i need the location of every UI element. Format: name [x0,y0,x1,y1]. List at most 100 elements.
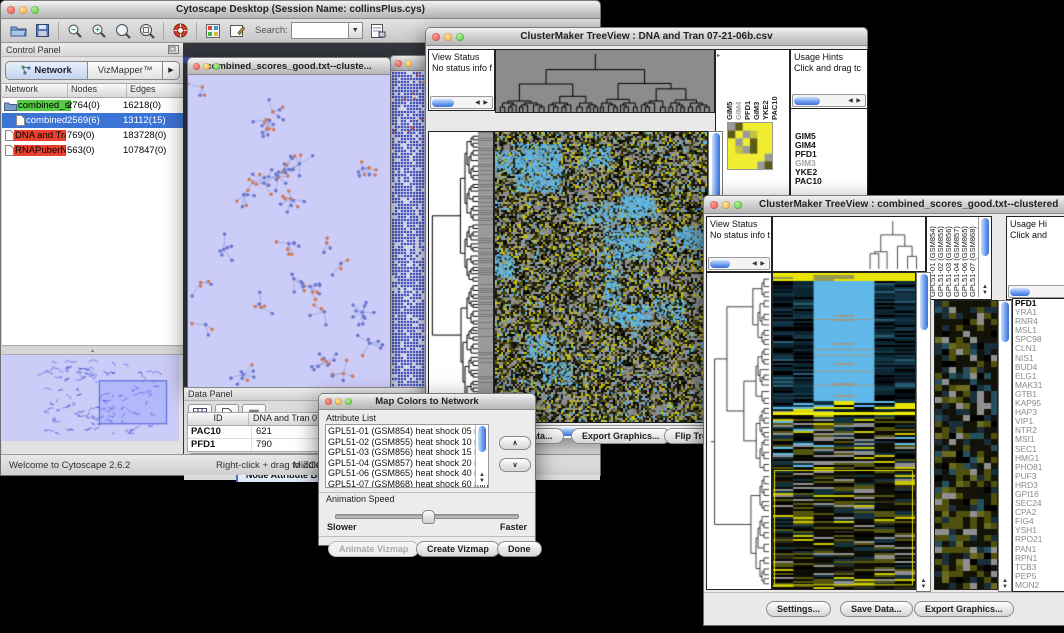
zoom-in-icon [91,23,107,39]
background-network-window[interactable] [390,55,430,388]
search-input[interactable] [291,22,349,39]
attribute-browser-button[interactable] [367,21,391,41]
zoom-window-icon[interactable] [31,6,39,14]
done-button[interactable]: Done [497,541,542,557]
attribute-list-vscrollbar[interactable]: ▲▼ [475,425,488,485]
zoom-window-icon[interactable] [456,33,464,41]
treeview2-settings-button[interactable]: Settings... [766,601,831,617]
zoom-window-icon[interactable] [734,201,742,209]
dense-network-view[interactable] [390,71,430,390]
treeview1-row-dendrogram[interactable] [428,131,494,423]
move-up-button[interactable]: ∧ [499,436,531,450]
attribute-item[interactable]: GPL51-03 (GSM856) heat shock 15 min [326,447,488,458]
animation-speed-slider[interactable] [335,514,519,519]
tab-overflow-arrow[interactable]: ▶ [163,61,180,80]
attribute-item[interactable]: GPL51-07 (GSM868) heat shock 60 min [326,479,488,489]
minimize-icon[interactable] [203,63,210,70]
search-label: Search: [255,25,288,36]
vizmapper-button[interactable] [201,21,225,41]
treeview1-zoom-heatmap[interactable] [727,122,773,170]
network-row[interactable]: DNA and Tran 07 769(0) 183728(0) [2,128,183,143]
toolbar-separator [58,22,59,40]
network-view-canvas[interactable] [187,75,391,388]
minimize-icon[interactable] [405,60,412,67]
zoom-out-button[interactable] [63,21,87,41]
network-row[interactable]: RNAPuberNov2+| 563(0) 107847(0) [2,143,183,158]
panel-splitter[interactable]: ▴ [2,345,183,355]
search-dropdown-button[interactable]: ▼ [349,22,363,39]
column-labels-vscrollbar[interactable]: ▲▼ [978,217,991,297]
network-row-selected[interactable]: combined_sco 2569(6) 13112(15) [2,113,183,128]
zoom-fit-button[interactable] [135,21,159,41]
treeview1-heatmap[interactable] [494,131,708,423]
help-button[interactable] [168,21,192,41]
zoom-selected-button[interactable] [111,21,135,41]
treeview2-heatmap[interactable] [772,272,916,590]
treeview2-save-data-button[interactable]: Save Data... [840,601,913,617]
network-overview-thumbnail[interactable] [2,355,179,441]
gene-label: MON2 [1013,581,1064,590]
open-session-button[interactable] [6,21,30,41]
folder-open-icon [10,24,27,37]
slider-thumb[interactable] [422,510,435,524]
treeview2-titlebar[interactable]: ClusterMaker TreeView : combined_scores_… [703,195,1064,214]
data-col-id[interactable]: ID [188,413,249,425]
control-panel: Control Panel Network VizMapper™ ▶ [2,43,184,455]
attribute-item[interactable]: GPL51-06 (GSM865) heat shock 40 min [326,468,488,479]
minimize-icon[interactable] [19,6,27,14]
attribute-listbox[interactable]: GPL51-01 (GSM854) heat shock 05 minGPL51… [325,424,489,488]
tab-network[interactable]: Network [5,61,88,80]
close-icon[interactable] [395,60,402,67]
usage-hints-hscrollbar[interactable]: ◀ ▶ [792,94,866,107]
minimize-icon[interactable] [444,33,452,41]
float-panel-icon[interactable] [168,45,179,54]
close-icon[interactable] [7,6,15,14]
treeview1-titlebar[interactable]: ClusterMaker TreeView : DNA and Tran 07-… [425,27,868,46]
create-vizmap-button[interactable]: Create Vizmap [416,541,500,557]
view-status-hscrollbar[interactable]: ◀ ▶ [430,96,493,109]
view-status-hscrollbar[interactable]: ◀ ▶ [708,257,770,270]
tab-vizmapper[interactable]: VizMapper™ [88,61,163,80]
attribute-item[interactable]: GPL51-01 (GSM854) heat shock 05 min [326,426,488,437]
treeview1-column-dendrogram[interactable] [495,49,715,113]
attribute-item[interactable]: GPL51-02 (GSM855) heat shock 10 min [326,437,488,448]
main-titlebar[interactable]: Cytoscape Desktop (Session Name: collins… [0,0,601,19]
treeview2-view-status: View Status No status info t ◀ ▶ [706,216,772,272]
zoom-heatmap-vscrollbar[interactable]: ▲▼ [998,300,1012,592]
minimize-icon[interactable] [722,201,730,209]
expand-arrow-icon[interactable]: ▸ [717,52,720,59]
treeview1-zoom-panel: ▸ GIM5GIM4PFD1GIM3YKE2PAC10 [715,49,790,214]
dialog-titlebar[interactable]: Map Colors to Network [318,393,536,410]
treeview2-row-dendrogram[interactable] [706,272,772,590]
usage-hints-hscrollbar[interactable] [1008,285,1064,298]
network-view-titlebar[interactable]: combined_scores_good.txt--cluste... [187,57,391,75]
minimize-icon[interactable] [335,398,342,405]
annotation-button[interactable] [225,21,249,41]
close-icon[interactable] [325,398,332,405]
save-session-button[interactable] [30,21,54,41]
close-icon[interactable] [432,33,440,41]
col-nodes[interactable]: Nodes [68,84,127,97]
animate-vizmap-button[interactable]: Animate Vizmap [328,541,419,557]
close-icon[interactable] [710,201,718,209]
zoom-in-button[interactable] [87,21,111,41]
toolbar-separator [163,22,164,40]
separator [319,492,535,493]
treeview2-zoom-heatmap[interactable] [934,300,998,590]
move-down-button[interactable]: ∨ [499,458,531,472]
col-network[interactable]: Network [2,84,68,97]
control-panel-title: Control Panel [2,45,168,55]
attribute-item[interactable]: GPL51-04 (GSM857) heat shock 20 min [326,458,488,469]
col-edges[interactable]: Edges [127,84,183,97]
treeview1-export-graphics-button[interactable]: Export Graphics... [571,428,671,444]
treeview2-export-graphics-button[interactable]: Export Graphics... [914,601,1014,617]
toolbar-separator [196,22,197,40]
network-row[interactable]: combined_scores_ 2764(0) 16218(0) [2,98,183,113]
treeview2-vscrollbar[interactable]: ▲▼ [916,272,931,592]
treeview2-column-dendrogram[interactable] [772,216,926,272]
close-icon[interactable] [193,63,200,70]
zoom-window-icon[interactable] [345,398,352,405]
zoom-window-icon[interactable] [213,63,220,70]
treeview1-zoom-col-labels: GIM5GIM4PFD1GIM3YKE2PAC10 [726,76,779,120]
treeview2-window: ClusterMaker TreeView : combined_scores_… [703,195,1064,625]
